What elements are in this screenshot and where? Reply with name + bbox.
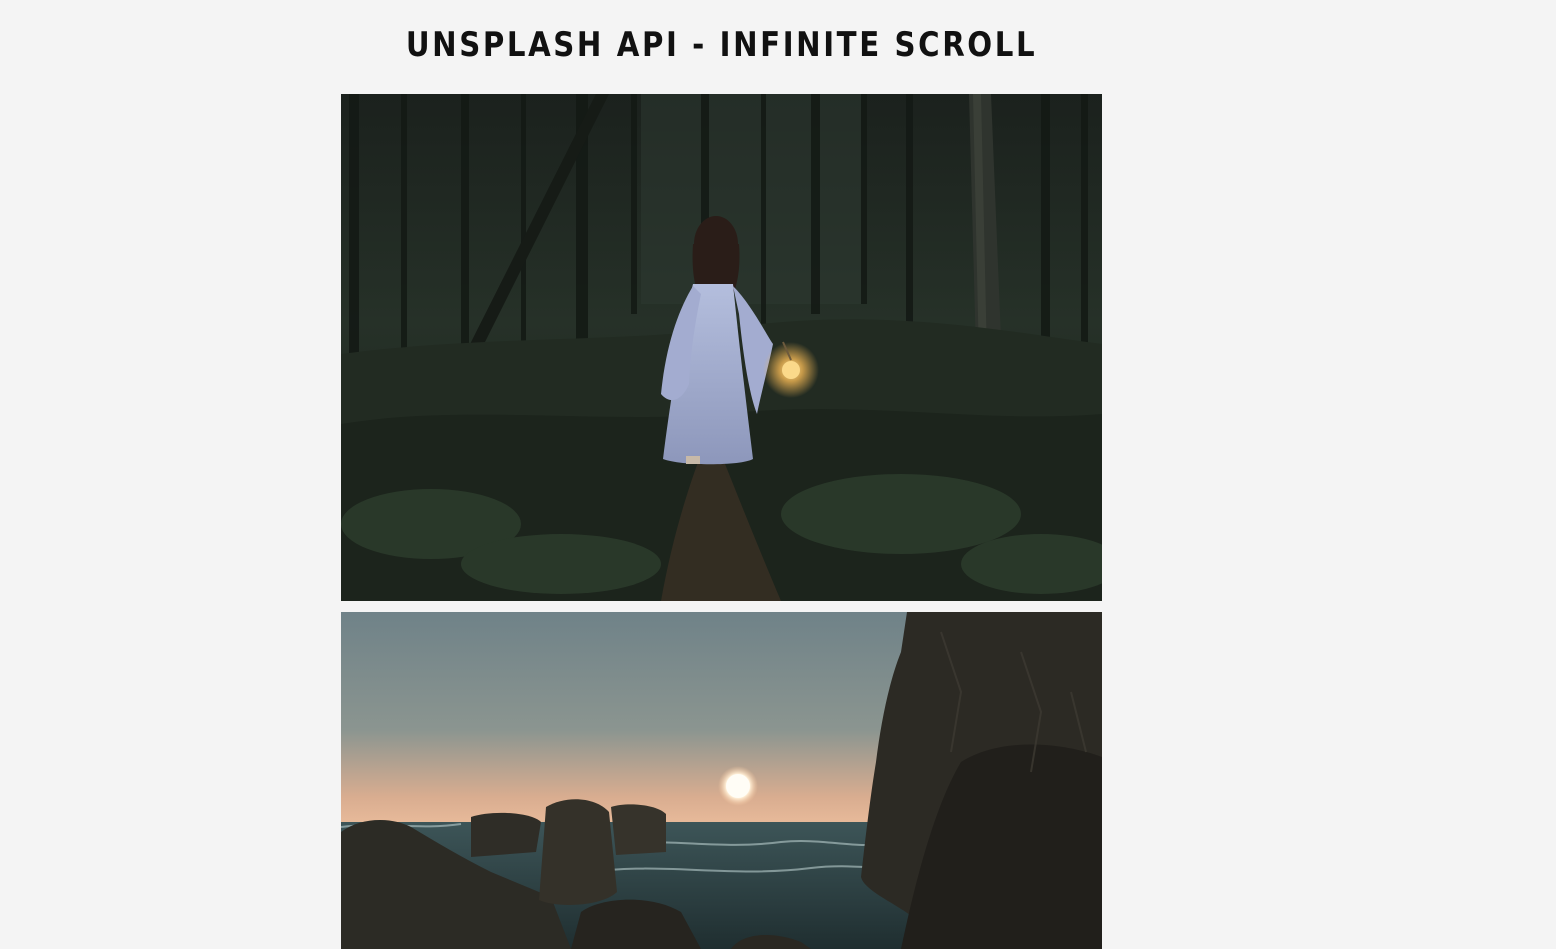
page: UNSPLASH API - INFINITE SCROLL [0,0,1556,949]
gallery-image-forest[interactable] [341,94,1102,601]
image-gallery[interactable] [341,94,1102,949]
sunset-photo-image [341,612,1102,949]
forest-photo-image [341,94,1102,601]
page-title: UNSPLASH API - INFINITE SCROLL [405,25,1038,65]
gallery-image-sunset[interactable] [341,612,1102,949]
